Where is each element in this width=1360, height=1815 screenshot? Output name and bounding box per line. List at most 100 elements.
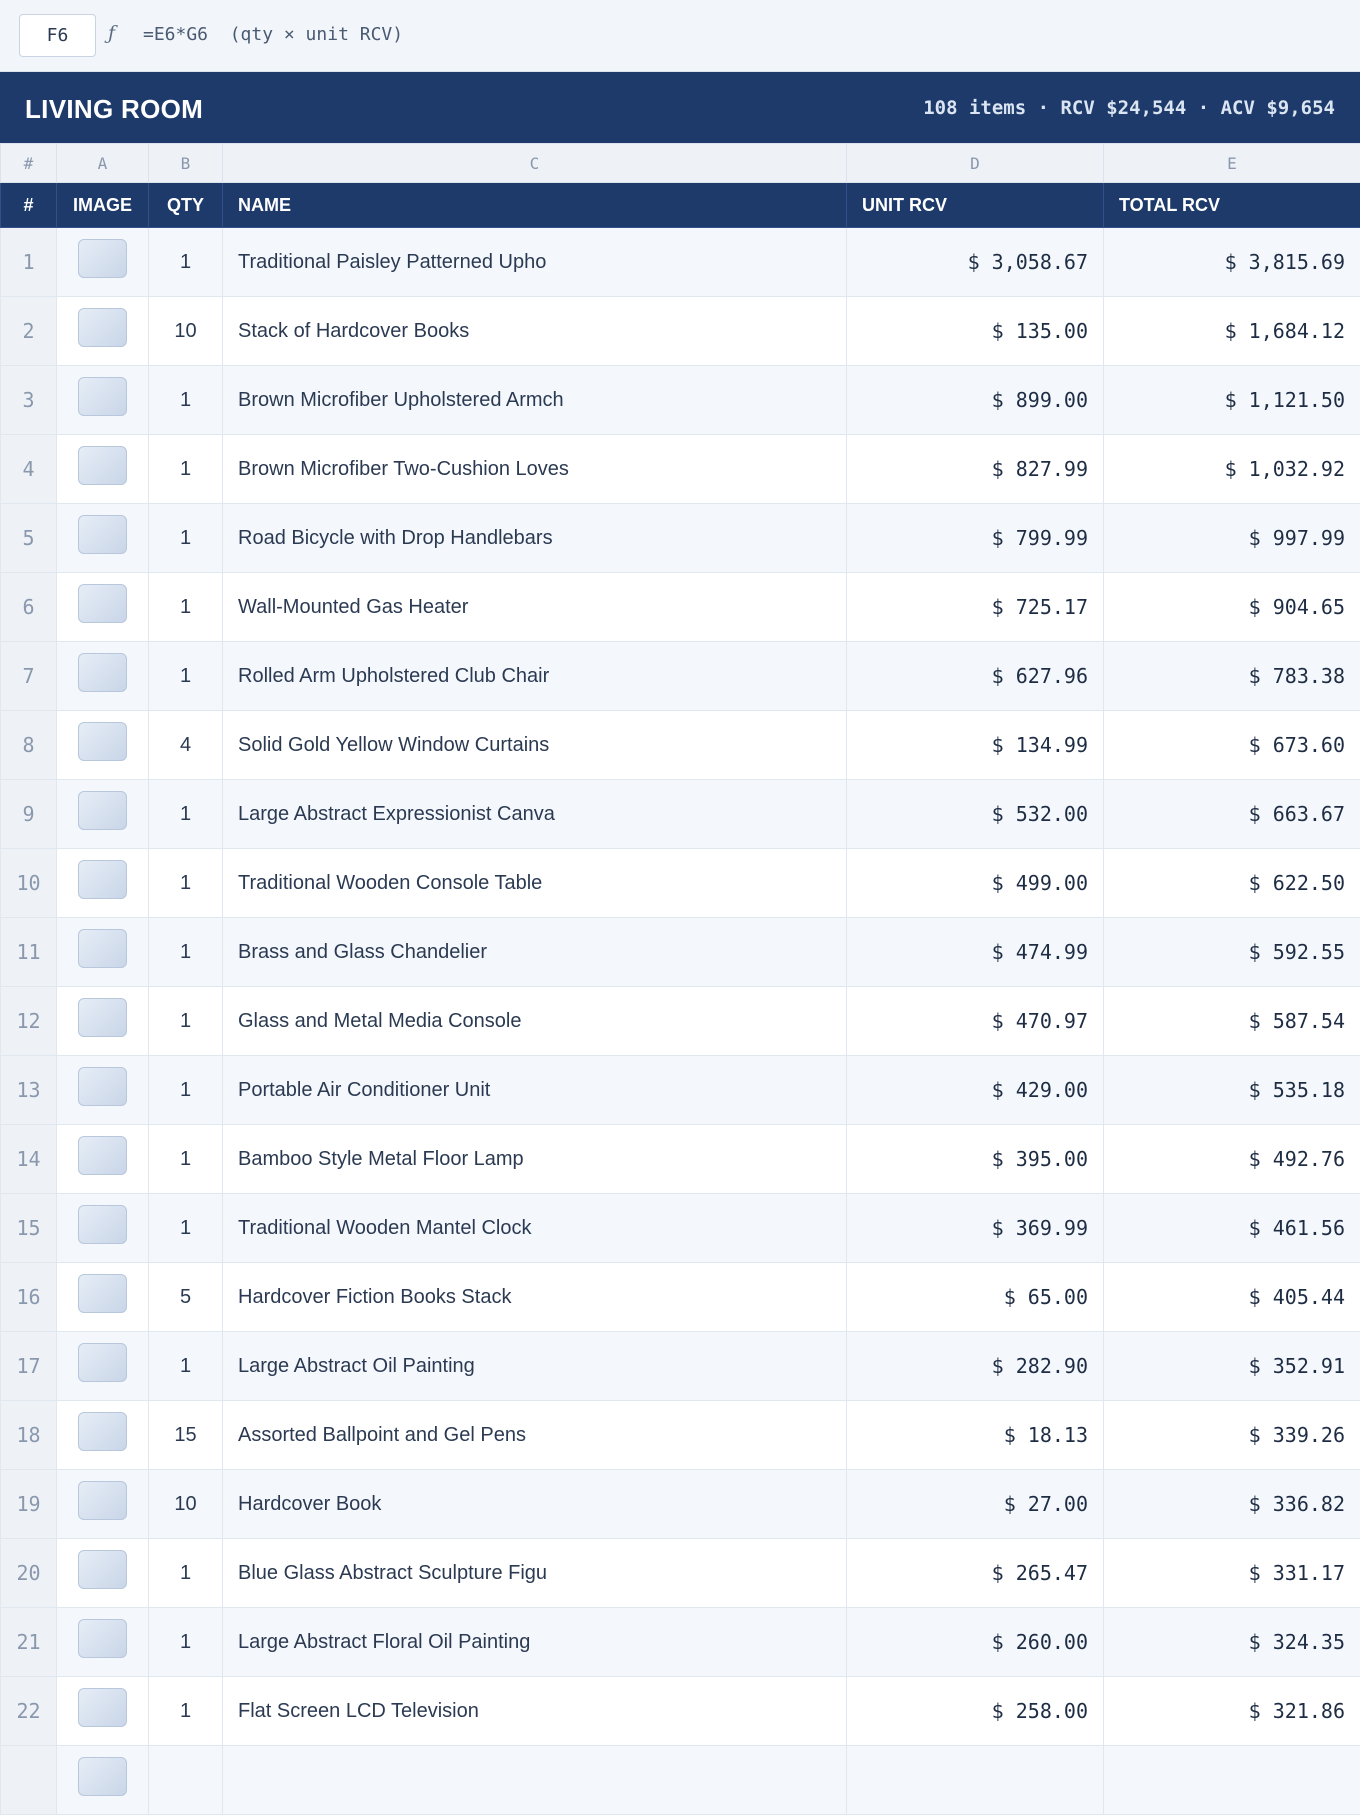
image-thumbnail-icon[interactable] [78, 515, 127, 554]
unit-rcv-cell[interactable]: $ 135.00 [847, 297, 1104, 366]
total-rcv-cell[interactable]: $ 587.54 [1104, 987, 1360, 1056]
table-row[interactable]: 61Wall-Mounted Gas Heater$ 725.17$ 904.6… [1, 573, 1360, 642]
qty-cell[interactable]: 1 [149, 228, 223, 297]
total-rcv-cell[interactable]: $ 321.86 [1104, 1677, 1360, 1746]
table-row[interactable]: 211Large Abstract Floral Oil Painting$ 2… [1, 1608, 1360, 1677]
unit-rcv-cell[interactable]: $ 369.99 [847, 1194, 1104, 1263]
total-rcv-cell[interactable]: $ 663.67 [1104, 780, 1360, 849]
unit-rcv-cell[interactable]: $ 470.97 [847, 987, 1104, 1056]
image-cell[interactable] [57, 918, 149, 987]
name-cell[interactable]: Rolled Arm Upholstered Club Chair [223, 642, 847, 711]
image-cell[interactable] [57, 987, 149, 1056]
column-letter-a[interactable]: A [57, 144, 149, 183]
image-thumbnail-icon[interactable] [78, 998, 127, 1037]
name-cell[interactable]: Blue Glass Abstract Sculpture Figu [223, 1539, 847, 1608]
unit-rcv-cell[interactable]: $ 827.99 [847, 435, 1104, 504]
image-cell[interactable] [57, 1608, 149, 1677]
qty-cell[interactable]: 5 [149, 1263, 223, 1332]
row-number[interactable]: 21 [1, 1608, 57, 1677]
row-number[interactable]: 8 [1, 711, 57, 780]
qty-cell[interactable]: 1 [149, 1125, 223, 1194]
image-thumbnail-icon[interactable] [78, 1136, 127, 1175]
image-cell[interactable] [57, 1125, 149, 1194]
image-thumbnail-icon[interactable] [78, 1688, 127, 1727]
header-rownum[interactable]: # [1, 183, 57, 228]
image-thumbnail-icon[interactable] [78, 1619, 127, 1658]
row-number[interactable]: 17 [1, 1332, 57, 1401]
name-cell[interactable]: Flat Screen LCD Television [223, 1677, 847, 1746]
qty-cell[interactable]: 1 [149, 366, 223, 435]
row-number[interactable]: 16 [1, 1263, 57, 1332]
image-thumbnail-icon[interactable] [78, 929, 127, 968]
image-cell[interactable] [57, 711, 149, 780]
unit-rcv-cell[interactable]: $ 265.47 [847, 1539, 1104, 1608]
image-cell[interactable] [57, 642, 149, 711]
image-thumbnail-icon[interactable] [78, 239, 127, 278]
formula-input[interactable]: =E6*G6 (qty × unit RCV) [143, 24, 403, 45]
table-row[interactable]: 1815Assorted Ballpoint and Gel Pens$ 18.… [1, 1401, 1360, 1470]
table-row[interactable]: 71Rolled Arm Upholstered Club Chair$ 627… [1, 642, 1360, 711]
image-cell[interactable] [57, 1332, 149, 1401]
image-cell[interactable] [57, 573, 149, 642]
qty-cell[interactable]: 1 [149, 435, 223, 504]
total-rcv-cell[interactable]: $ 904.65 [1104, 573, 1360, 642]
table-row[interactable]: 201Blue Glass Abstract Sculpture Figu$ 2… [1, 1539, 1360, 1608]
header-image[interactable]: IMAGE [57, 183, 149, 228]
name-cell[interactable]: Stack of Hardcover Books [223, 297, 847, 366]
qty-cell[interactable] [149, 1746, 223, 1815]
unit-rcv-cell[interactable]: $ 134.99 [847, 711, 1104, 780]
row-number[interactable]: 4 [1, 435, 57, 504]
table-row[interactable]: 171Large Abstract Oil Painting$ 282.90$ … [1, 1332, 1360, 1401]
image-cell[interactable] [57, 228, 149, 297]
total-rcv-cell[interactable] [1104, 1746, 1360, 1815]
qty-cell[interactable]: 1 [149, 642, 223, 711]
name-cell[interactable]: Large Abstract Oil Painting [223, 1332, 847, 1401]
total-rcv-cell[interactable]: $ 336.82 [1104, 1470, 1360, 1539]
image-cell[interactable] [57, 1470, 149, 1539]
total-rcv-cell[interactable]: $ 352.91 [1104, 1332, 1360, 1401]
qty-cell[interactable]: 1 [149, 780, 223, 849]
row-number[interactable]: 3 [1, 366, 57, 435]
image-thumbnail-icon[interactable] [78, 1067, 127, 1106]
total-rcv-cell[interactable]: $ 324.35 [1104, 1608, 1360, 1677]
image-thumbnail-icon[interactable] [78, 1412, 127, 1451]
unit-rcv-cell[interactable]: $ 725.17 [847, 573, 1104, 642]
row-number[interactable]: 13 [1, 1056, 57, 1125]
total-rcv-cell[interactable]: $ 492.76 [1104, 1125, 1360, 1194]
table-row[interactable]: 165Hardcover Fiction Books Stack$ 65.00$… [1, 1263, 1360, 1332]
image-cell[interactable] [57, 504, 149, 573]
image-cell[interactable] [57, 1746, 149, 1815]
name-cell[interactable]: Brown Microfiber Two-Cushion Loves [223, 435, 847, 504]
row-number[interactable]: 10 [1, 849, 57, 918]
image-cell[interactable] [57, 1194, 149, 1263]
total-rcv-cell[interactable]: $ 997.99 [1104, 504, 1360, 573]
image-thumbnail-icon[interactable] [78, 1757, 127, 1796]
qty-cell[interactable]: 1 [149, 1194, 223, 1263]
name-cell[interactable]: Portable Air Conditioner Unit [223, 1056, 847, 1125]
name-cell[interactable]: Assorted Ballpoint and Gel Pens [223, 1401, 847, 1470]
image-thumbnail-icon[interactable] [78, 446, 127, 485]
row-number[interactable]: 11 [1, 918, 57, 987]
row-number[interactable]: 15 [1, 1194, 57, 1263]
row-number[interactable]: 7 [1, 642, 57, 711]
name-cell[interactable]: Brown Microfiber Upholstered Armch [223, 366, 847, 435]
image-cell[interactable] [57, 1263, 149, 1332]
image-cell[interactable] [57, 435, 149, 504]
qty-cell[interactable]: 1 [149, 918, 223, 987]
total-rcv-cell[interactable]: $ 535.18 [1104, 1056, 1360, 1125]
image-thumbnail-icon[interactable] [78, 653, 127, 692]
total-rcv-cell[interactable]: $ 673.60 [1104, 711, 1360, 780]
qty-cell[interactable]: 15 [149, 1401, 223, 1470]
image-thumbnail-icon[interactable] [78, 584, 127, 623]
qty-cell[interactable]: 1 [149, 849, 223, 918]
name-cell[interactable]: Bamboo Style Metal Floor Lamp [223, 1125, 847, 1194]
unit-rcv-cell[interactable]: $ 395.00 [847, 1125, 1104, 1194]
image-cell[interactable] [57, 297, 149, 366]
header-qty[interactable]: QTY [149, 183, 223, 228]
unit-rcv-cell[interactable]: $ 532.00 [847, 780, 1104, 849]
name-cell[interactable]: Large Abstract Expressionist Canva [223, 780, 847, 849]
table-row[interactable]: 221Flat Screen LCD Television$ 258.00$ 3… [1, 1677, 1360, 1746]
table-row[interactable]: 151Traditional Wooden Mantel Clock$ 369.… [1, 1194, 1360, 1263]
table-row[interactable]: 11Traditional Paisley Patterned Upho$ 3,… [1, 228, 1360, 297]
name-cell[interactable]: Road Bicycle with Drop Handlebars [223, 504, 847, 573]
